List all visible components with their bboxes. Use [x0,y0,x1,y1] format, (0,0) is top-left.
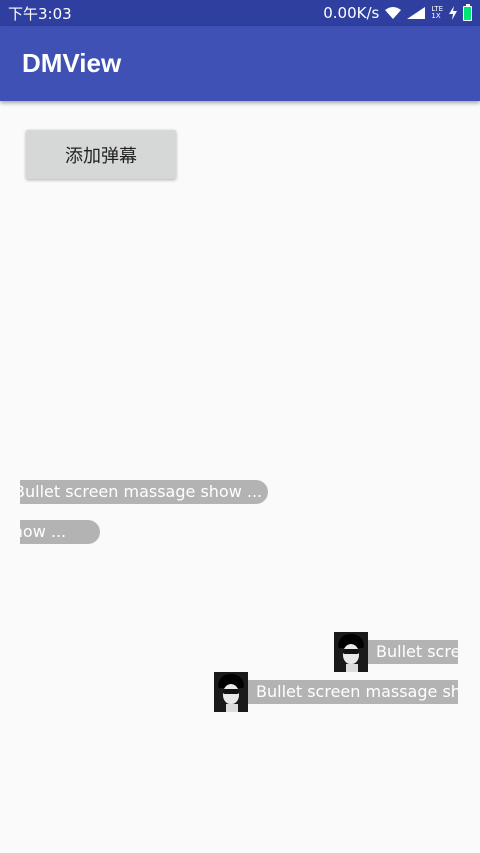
status-right: 0.00K/s LTE 1X [323,3,472,22]
danmaku-bubble: Bullet screen massage show ... [248,680,458,704]
status-time: 下午3:03 [8,4,72,23]
status-icons: LTE 1X [385,3,472,21]
danmaku-text: Bullet screen massage show ... [20,482,263,501]
status-bar: 下午3:03 0.00K/s LTE 1X [0,0,480,26]
danmaku-text: Bullet screen massage show ... [20,522,67,541]
danmaku-item: Bullet screen massage show ... [20,520,100,544]
lte-bottom: 1X [431,12,441,20]
network-speed: 0.00K/s [323,4,380,22]
danmaku-item: Bullet screen massage show ... [334,632,458,672]
danmaku-view: Bullet screen massage show ... Bullet sc… [0,100,480,853]
wifi-icon [385,7,402,19]
danmaku-item: Bullet screen massage show ... [214,672,458,712]
danmaku-text: Bullet screen massage show ... [256,682,458,701]
signal-icon [407,7,426,19]
charging-icon [449,6,457,20]
danmaku-text: Bullet screen massage show ... [376,642,458,661]
danmaku-bubble: Bullet screen massage show ... [368,640,458,664]
add-danmaku-button[interactable]: 添加弹幕 [26,130,176,179]
avatar [334,632,368,672]
danmaku-item: Bullet screen massage show ... [20,480,268,504]
avatar [214,672,248,712]
app-bar: DMView [0,26,480,101]
status-left: 下午3:03 [8,3,72,24]
battery-icon [463,3,472,21]
app-title: DMView [22,48,122,78]
lte-indicator: LTE 1X [431,6,443,20]
